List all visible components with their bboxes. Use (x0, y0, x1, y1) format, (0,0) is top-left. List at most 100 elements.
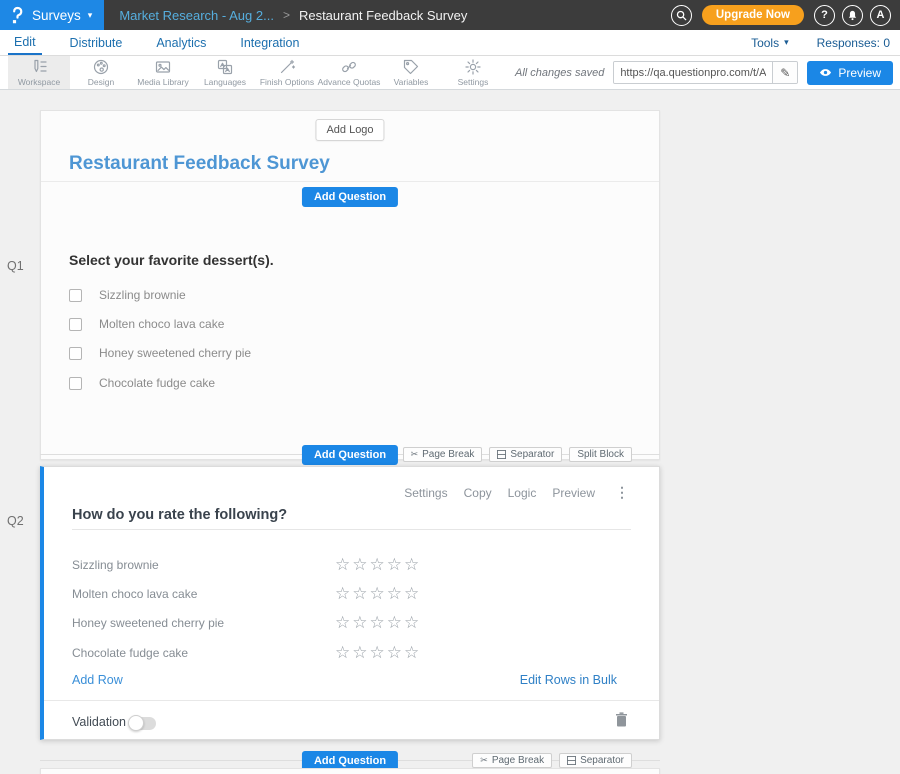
tab-edit[interactable]: Edit (8, 30, 42, 55)
toolbar-item-finish-options[interactable]: Finish Options (256, 56, 318, 89)
validation-toggle-off[interactable] (129, 717, 156, 730)
q2-question-text[interactable]: How do you rate the following? (72, 507, 287, 523)
checkbox[interactable] (69, 289, 82, 302)
checkbox[interactable] (69, 377, 82, 390)
survey-title[interactable]: Restaurant Feedback Survey (69, 153, 330, 175)
q2-settings-action[interactable]: Settings (404, 486, 447, 500)
chevron-down-icon: ▾ (88, 10, 93, 21)
upgrade-now-button[interactable]: Upgrade Now (702, 5, 804, 25)
workspace-icon (30, 58, 48, 76)
page-break-button[interactable]: ✂ Page Break (403, 447, 483, 462)
app-menu-surveys[interactable]: Surveys ▾ (0, 0, 104, 30)
q2-question-block-selected[interactable]: Settings Copy Logic Preview ⋮ How do you… (40, 466, 660, 740)
star-icon[interactable]: ☆ (387, 644, 402, 662)
star-icon[interactable]: ☆ (404, 585, 419, 603)
star-icon[interactable]: ☆ (335, 614, 350, 632)
star-rating: ☆☆☆☆☆ (335, 614, 419, 632)
q1-option-row[interactable]: Molten choco lava cake (69, 317, 224, 331)
avatar[interactable]: A (870, 5, 891, 26)
app-menu-label: Surveys (32, 8, 81, 23)
help-button[interactable]: ? (814, 5, 835, 26)
next-block-stub (40, 768, 660, 774)
star-icon[interactable]: ☆ (370, 585, 385, 603)
question-number-q2: Q2 (7, 514, 24, 528)
q1-option-row[interactable]: Chocolate fudge cake (69, 376, 215, 390)
star-icon[interactable]: ☆ (370, 644, 385, 662)
question-number-q1: Q1 (7, 259, 24, 273)
breadcrumb-parent[interactable]: Market Research - Aug 2... (119, 8, 274, 23)
checkbox[interactable] (69, 318, 82, 331)
rating-row: Chocolate fudge cake ☆☆☆☆☆ (72, 643, 631, 663)
checkbox[interactable] (69, 347, 82, 360)
star-icon[interactable]: ☆ (404, 556, 419, 574)
star-icon[interactable]: ☆ (387, 556, 402, 574)
topbar-actions: Upgrade Now ? A (671, 5, 900, 26)
star-icon[interactable]: ☆ (352, 585, 367, 603)
page-break-button[interactable]: ✂ Page Break (472, 753, 552, 768)
star-rating: ☆☆☆☆☆ (335, 644, 419, 662)
star-icon[interactable]: ☆ (387, 614, 402, 632)
q2-logic-action[interactable]: Logic (508, 486, 537, 500)
tag-icon (402, 58, 420, 76)
toolbar-item-languages[interactable]: Languages (194, 56, 256, 89)
star-icon[interactable]: ☆ (335, 556, 350, 574)
q1-question-text[interactable]: Select your favorite dessert(s). (69, 252, 274, 268)
search-icon (676, 10, 687, 21)
tab-integration[interactable]: Integration (234, 30, 305, 55)
responses-link[interactable]: Responses: 0 (817, 36, 890, 50)
insert-actions-bottom: ✂ Page Break Separator (472, 753, 632, 768)
breadcrumb: Market Research - Aug 2... > Restaurant … (119, 8, 467, 23)
chevron-down-icon: ▾ (784, 37, 789, 48)
separator-button[interactable]: Separator (559, 753, 632, 768)
star-icon[interactable]: ☆ (352, 614, 367, 632)
star-icon[interactable]: ☆ (404, 614, 419, 632)
star-icon[interactable]: ☆ (404, 644, 419, 662)
palette-icon (92, 58, 110, 76)
star-icon[interactable]: ☆ (352, 556, 367, 574)
star-icon[interactable]: ☆ (352, 644, 367, 662)
insert-question-row-bottom: Add Question ✂ Page Break Separator (40, 751, 660, 769)
edit-rows-in-bulk-link[interactable]: Edit Rows in Bulk (520, 673, 617, 687)
questionpro-logo-icon (10, 6, 25, 25)
separator-button[interactable]: Separator (489, 447, 562, 462)
q2-copy-action[interactable]: Copy (464, 486, 492, 500)
survey-url-input[interactable] (614, 62, 772, 83)
toolbar-item-advance-quotas[interactable]: Advance Quotas (318, 56, 380, 89)
star-icon[interactable]: ☆ (387, 585, 402, 603)
notifications-button[interactable] (842, 5, 863, 26)
star-rating: ☆☆☆☆☆ (335, 585, 419, 603)
toolbar-item-media-library[interactable]: Media Library (132, 56, 194, 89)
separator-icon (567, 756, 576, 765)
survey-header-block: Add Logo Restaurant Feedback Survey Add … (40, 110, 660, 460)
q1-option-row[interactable]: Honey sweetened cherry pie (69, 346, 251, 360)
preview-button[interactable]: Preview (807, 61, 893, 85)
add-question-button-mid[interactable]: Add Question (302, 445, 398, 465)
toolbar-item-variables[interactable]: Variables (380, 56, 442, 89)
star-icon[interactable]: ☆ (335, 585, 350, 603)
star-icon[interactable]: ☆ (370, 556, 385, 574)
toolbar-item-workspace[interactable]: Workspace (8, 56, 70, 89)
kebab-menu-icon[interactable]: ⋮ (615, 484, 629, 501)
save-status: All changes saved (515, 67, 604, 79)
q1-option-row[interactable]: Sizzling brownie (69, 288, 186, 302)
search-button[interactable] (671, 5, 692, 26)
q2-preview-action[interactable]: Preview (552, 486, 595, 500)
star-icon[interactable]: ☆ (370, 614, 385, 632)
delete-question-button[interactable] (615, 712, 628, 730)
toolbar-item-design[interactable]: Design (70, 56, 132, 89)
tab-analytics[interactable]: Analytics (150, 30, 212, 55)
edit-url-button[interactable]: ✎ (772, 62, 797, 83)
survey-nav: Edit Distribute Analytics Integration To… (0, 30, 900, 56)
q2-action-bar: Settings Copy Logic Preview ⋮ (404, 484, 629, 501)
insert-question-row-mid: Add Question ✂ Page Break Separator Spli… (40, 445, 660, 463)
tab-distribute[interactable]: Distribute (64, 30, 129, 55)
add-row-link[interactable]: Add Row (72, 673, 123, 687)
tools-menu[interactable]: Tools ▾ (751, 36, 789, 50)
scissors-icon: ✂ (411, 449, 419, 460)
star-icon[interactable]: ☆ (335, 644, 350, 662)
split-block-button[interactable]: Split Block (569, 447, 632, 462)
toolbar-item-settings[interactable]: Settings (442, 56, 504, 89)
add-logo-button[interactable]: Add Logo (315, 119, 384, 141)
pencil-icon: ✎ (780, 66, 790, 80)
add-question-button-top[interactable]: Add Question (302, 187, 398, 207)
